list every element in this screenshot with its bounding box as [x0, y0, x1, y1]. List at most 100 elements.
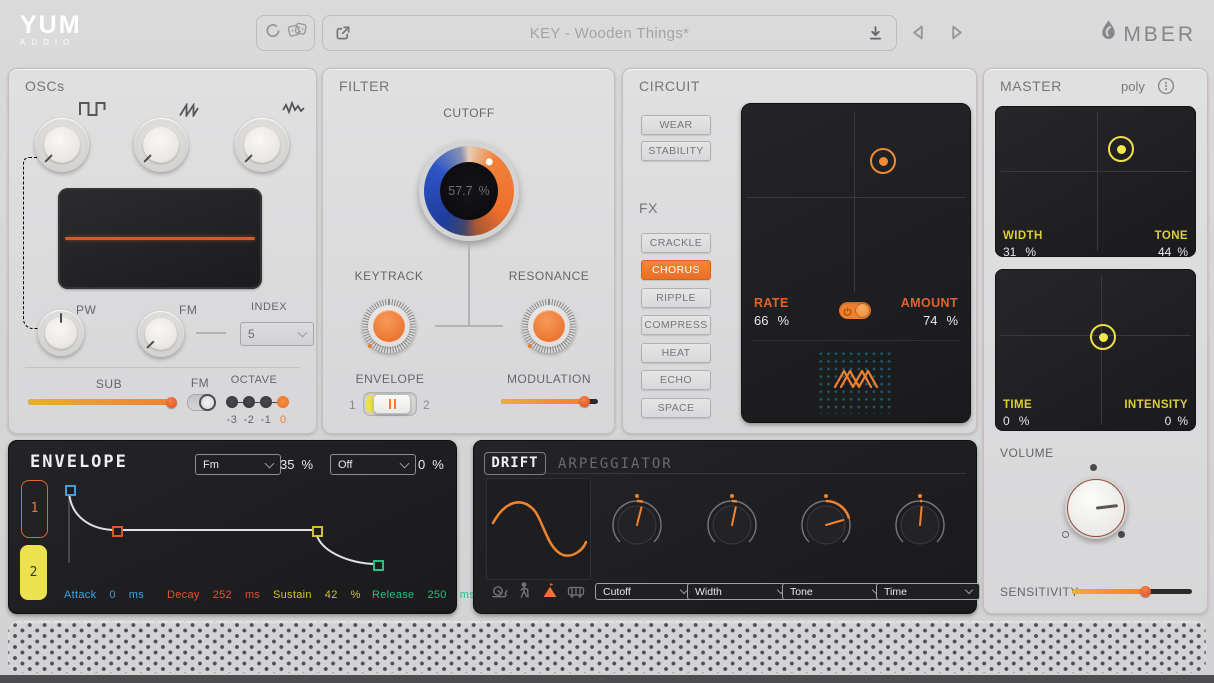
drift-knob-3[interactable]	[798, 493, 854, 555]
envelope-1-button[interactable]: 1	[21, 480, 48, 538]
pw-knob[interactable]	[38, 310, 84, 356]
wear-button[interactable]: WEAR	[641, 115, 711, 135]
env-mod1-target-dropdown[interactable]: Fm	[195, 454, 281, 475]
rate-value: 66%	[754, 313, 789, 328]
logo-text: YUM	[20, 11, 82, 40]
sensitivity-slider[interactable]	[1072, 589, 1192, 594]
mountain-speed-icon-selected[interactable]	[542, 582, 558, 603]
chevron-down-icon	[298, 328, 308, 338]
filter-envelope-switch[interactable]	[363, 392, 417, 416]
envelope-option-1[interactable]: 1	[349, 398, 356, 412]
tab-arpeggiator[interactable]: ARPEGGIATOR	[558, 456, 673, 472]
oscs-panel: OSCs PW FM INDEX	[8, 68, 317, 434]
drift-slot2-dropdown[interactable]: Width	[687, 583, 792, 600]
osc2-level-knob[interactable]	[134, 118, 188, 172]
poly-mode-label[interactable]: poly	[1121, 79, 1145, 94]
release-handle[interactable]	[373, 560, 384, 571]
fx-button-echo[interactable]: ECHO	[641, 370, 711, 390]
dice-icon	[287, 21, 308, 45]
yum-audio-logo: YUM AUDIO	[20, 11, 82, 47]
env-mod1-amount[interactable]: 35%	[280, 457, 313, 472]
snail-speed-icon[interactable]	[491, 583, 508, 604]
time-label: TIME	[1003, 399, 1032, 411]
power-icon	[842, 305, 853, 323]
fx-button-heat[interactable]: HEAT	[641, 343, 711, 363]
attack-handle[interactable]	[65, 485, 76, 496]
drift-slot3-dropdown[interactable]: Tone	[782, 583, 887, 600]
fm-knob[interactable]	[138, 311, 184, 357]
octave-dot-minus3[interactable]	[226, 396, 238, 408]
fx-button-compress[interactable]: COMPRESS	[641, 315, 711, 335]
fx-button-chorus-active[interactable]: CHORUS	[641, 260, 711, 280]
chevron-down-icon	[265, 458, 275, 468]
octave-dot-minus1[interactable]	[260, 396, 272, 408]
octave-option-selected[interactable]: 0	[273, 414, 293, 426]
chorus-xy-point[interactable]	[870, 148, 896, 174]
envelope-2-button[interactable]: 2	[20, 545, 47, 600]
prev-preset-button[interactable]	[908, 22, 929, 48]
keytrack-knob[interactable]	[362, 299, 416, 353]
fm-switch-label: FM	[179, 376, 221, 390]
export-preset-icon[interactable]	[334, 24, 352, 42]
sensitivity-label: SENSITIVITY	[1000, 585, 1079, 599]
volume-tick-top	[1090, 464, 1097, 471]
drift-slot4-dropdown[interactable]: Time	[876, 583, 980, 600]
preset-bar[interactable]: KEY - Wooden Things*	[322, 15, 897, 51]
fx-button-crackle[interactable]: CRACKLE	[641, 233, 711, 253]
poly-menu-icon[interactable]	[1157, 77, 1175, 100]
xy-crosshair-h	[746, 197, 966, 198]
cutoff-knob[interactable]: 57.7 %	[419, 141, 519, 241]
tab-drift-active[interactable]: DRIFT	[484, 452, 546, 475]
undo-icon	[263, 22, 280, 44]
width-label: WIDTH	[1003, 230, 1043, 242]
scope-waveform-line	[65, 237, 255, 240]
drift-slot1-dropdown[interactable]: Cutoff	[595, 583, 695, 600]
release-readout: Release250ms	[372, 589, 475, 601]
download-preset-icon[interactable]	[867, 25, 884, 42]
time-intensity-xy-pad[interactable]: TIME 0% INTENSITY 0%	[995, 269, 1196, 431]
sub-slider[interactable]	[28, 399, 174, 405]
fx-button-ripple[interactable]: RIPPLE	[641, 288, 711, 308]
osc3-level-knob[interactable]	[235, 118, 289, 172]
time-intensity-point[interactable]	[1090, 324, 1116, 350]
next-preset-button[interactable]	[946, 22, 967, 48]
fx-button-space[interactable]: SPACE	[641, 398, 711, 418]
modulation-slider[interactable]	[501, 399, 598, 404]
index-value: 5	[248, 327, 255, 341]
plugin-window: YUM AUDIO KEY - Wooden Things*	[0, 0, 1214, 683]
filter-title: FILTER	[339, 78, 390, 94]
drift-knob-4[interactable]	[892, 493, 948, 555]
sensitivity-slider-handle[interactable]	[1140, 586, 1151, 597]
env-mod2-target-dropdown[interactable]: Off	[330, 454, 416, 475]
octave-dot-minus2[interactable]	[243, 396, 255, 408]
width-tone-point[interactable]	[1108, 136, 1134, 162]
modulation-slider-handle[interactable]	[579, 396, 590, 407]
fm-toggle[interactable]	[187, 394, 216, 411]
env-mod2-amount[interactable]: 0%	[418, 457, 444, 472]
oscs-title: OSCs	[25, 78, 65, 94]
van-speed-icon[interactable]	[567, 583, 585, 604]
switch-thumb[interactable]	[373, 394, 411, 414]
hiker-speed-icon[interactable]	[518, 582, 532, 604]
master-title: MASTER	[1000, 78, 1062, 94]
randomize-button[interactable]	[256, 15, 315, 51]
envelope-option-2[interactable]: 2	[423, 398, 430, 412]
decay-handle[interactable]	[112, 526, 123, 537]
octave-dot-0-selected[interactable]	[277, 396, 289, 408]
volume-knob[interactable]	[1065, 477, 1127, 539]
master-panel: MASTER poly WIDTH 31% TONE 44% TIME	[983, 68, 1208, 614]
noise-wave-icon	[282, 101, 305, 120]
drift-knob-2[interactable]	[704, 493, 760, 555]
speaker-grill	[8, 621, 1206, 673]
sub-slider-handle[interactable]	[166, 397, 177, 408]
width-tone-xy-pad[interactable]: WIDTH 31% TONE 44%	[995, 106, 1196, 257]
fx-label: FX	[639, 200, 658, 216]
chorus-power-toggle[interactable]	[839, 302, 871, 319]
stability-button[interactable]: STABILITY	[641, 141, 711, 161]
sustain-handle[interactable]	[312, 526, 323, 537]
index-dropdown[interactable]: 5	[240, 322, 314, 346]
osc1-level-knob[interactable]	[35, 118, 89, 172]
resonance-knob[interactable]	[522, 299, 576, 353]
volume-label: VOLUME	[1000, 446, 1054, 460]
drift-knob-1[interactable]	[609, 493, 665, 555]
